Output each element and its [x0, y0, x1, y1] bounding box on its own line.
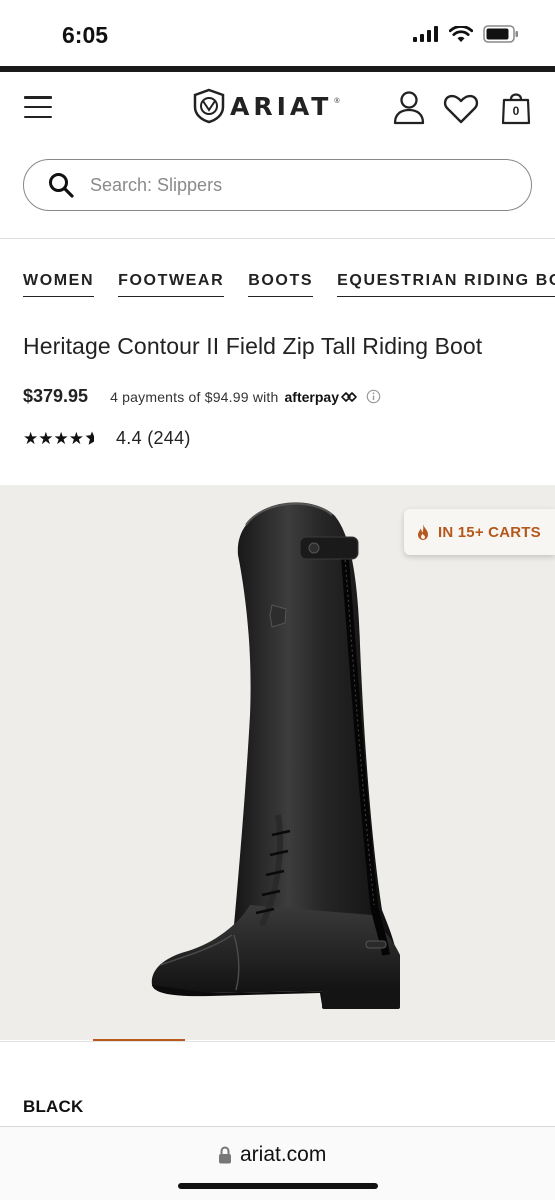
breadcrumb: WOMEN FOOTWEAR BOOTS EQUESTRIAN RIDING B…: [23, 272, 555, 297]
star-rating: ★★★★: [23, 429, 94, 449]
home-indicator: [178, 1183, 378, 1189]
product-image-gallery[interactable]: IN 15+ CARTS: [0, 485, 555, 1040]
account-icon[interactable]: [392, 90, 426, 126]
url-text: ariat.com: [240, 1143, 327, 1166]
breadcrumb-separator: [104, 279, 108, 290]
hamburger-line: [24, 105, 52, 109]
afterpay-info-button[interactable]: [366, 389, 381, 404]
gallery-indicator-track: [0, 1041, 555, 1042]
header-divider: [0, 238, 555, 239]
product-title: Heritage Contour II Field Zip Tall Ridin…: [23, 333, 483, 359]
search-input[interactable]: [90, 174, 470, 196]
registered-mark: ®: [334, 97, 340, 105]
afterpay-installments: 4 payments of $94.99 with: [110, 388, 279, 405]
info-icon: [366, 389, 381, 404]
status-bar: 6:05: [0, 0, 555, 66]
cellular-signal-icon: [413, 26, 438, 42]
address-display[interactable]: ariat.com: [218, 1143, 326, 1167]
wishlist-heart-icon[interactable]: [443, 94, 479, 124]
price-row: $379.95 4 payments of $94.99 with afterp…: [23, 386, 381, 407]
search-icon: [49, 173, 74, 198]
ariat-logo[interactable]: ARIAT ®: [192, 88, 340, 124]
breadcrumb-separator: [323, 279, 327, 290]
cart-button[interactable]: 0: [501, 90, 531, 126]
brand-name: ARIAT: [230, 91, 333, 121]
lock-icon: [219, 1146, 231, 1164]
menu-button[interactable]: [24, 96, 52, 118]
breadcrumb-footwear[interactable]: FOOTWEAR: [118, 272, 225, 297]
status-time: 6:05: [62, 22, 109, 48]
riding-boot-image: [151, 502, 400, 1009]
site-header: ARIAT ® 0: [0, 72, 555, 152]
popularity-badge: IN 15+ CARTS: [404, 509, 555, 555]
flame-icon: [418, 524, 428, 540]
afterpay-logo: afterpay: [284, 388, 339, 405]
status-icons: [413, 25, 519, 43]
full-stars: ★★★★: [23, 428, 84, 448]
partial-star-icon: [85, 431, 94, 445]
cart-count: 0: [512, 104, 520, 118]
selected-color-label: BLACK: [23, 1097, 84, 1116]
breadcrumb-separator: [234, 279, 239, 290]
breadcrumb-women[interactable]: WOMEN: [23, 272, 95, 297]
rating-summary: 4.4 (244): [115, 428, 191, 448]
battery-icon: [483, 25, 518, 43]
rating-row[interactable]: ★★★★ 4.4 (244): [23, 428, 191, 449]
hamburger-line: [24, 96, 52, 99]
afterpay-arrows-icon: [341, 391, 357, 402]
wifi-icon: [449, 25, 473, 42]
search-bar[interactable]: [23, 159, 532, 211]
ariat-shield-icon: [193, 88, 225, 124]
hamburger-line: [24, 115, 52, 118]
breadcrumb-equestrian-riding-boots[interactable]: EQUESTRIAN RIDING BOOTS: [337, 272, 555, 297]
carts-count-label: IN 15+ CARTS: [438, 523, 541, 541]
breadcrumb-boots[interactable]: BOOTS: [248, 272, 314, 297]
product-price: $379.95: [23, 386, 89, 406]
